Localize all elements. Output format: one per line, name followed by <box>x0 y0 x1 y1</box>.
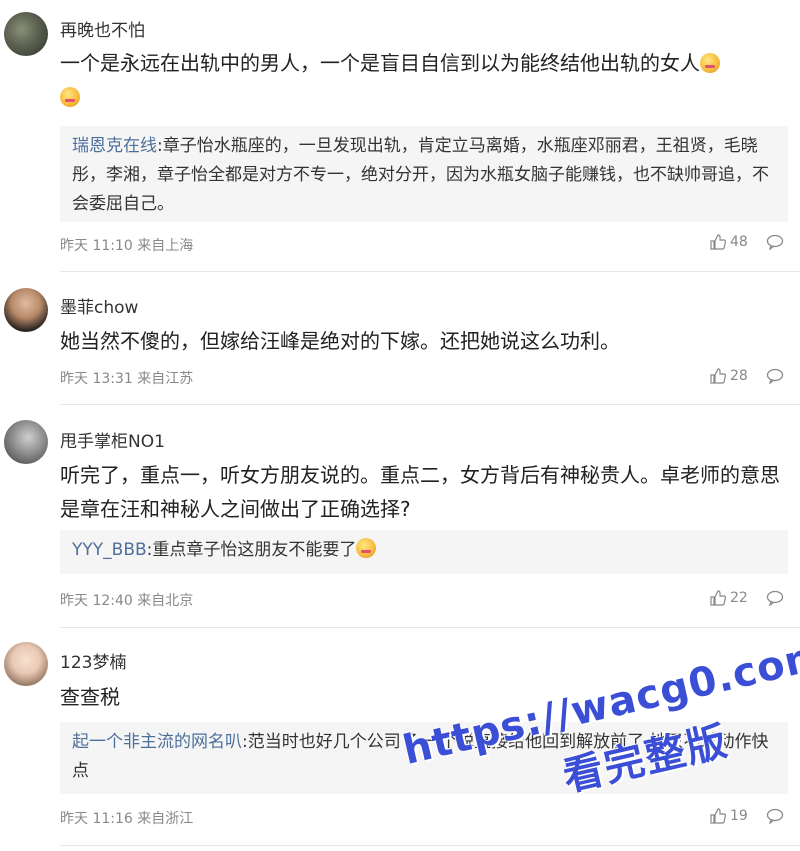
divider <box>60 627 800 628</box>
like-button[interactable]: 48 <box>710 234 748 250</box>
comment-bubble-icon <box>766 590 784 607</box>
avatar[interactable] <box>4 642 48 686</box>
comment-text: 她当然不傻的，但嫁给汪峰是绝对的下嫁。还把她说这么功利。 <box>60 329 620 353</box>
like-count: 19 <box>730 808 748 824</box>
comment-bubble-icon <box>766 234 784 251</box>
reply-username[interactable]: 瑞恩克在线 <box>72 136 157 156</box>
reply-text: :章子怡水瓶座的，一旦发现出轨，肯定立马离婚，水瓶座邓丽君，王祖贤，毛晓彤，李湘… <box>72 136 769 214</box>
emoji-icon <box>356 538 377 558</box>
comment-meta: 昨天 12:40 来自北京 <box>60 593 194 609</box>
comment-text: 听完了，重点一，听女方朋友说的。重点二，女方背后有神秘贵人。卓老师的意思是章在汪… <box>60 463 780 521</box>
comment-bubble-icon <box>766 368 784 385</box>
comment-meta: 昨天 11:16 来自浙江 <box>60 811 194 827</box>
reply-button[interactable] <box>766 808 784 828</box>
like-button[interactable]: 19 <box>710 808 748 824</box>
comment-username[interactable]: 123梦楠 <box>60 648 126 673</box>
avatar[interactable] <box>4 288 48 332</box>
thumbs-up-icon <box>710 808 726 824</box>
avatar[interactable] <box>4 12 48 56</box>
comment-username[interactable]: 甩手掌柜NO1 <box>60 427 165 452</box>
comment-meta: 昨天 11:10 来自上海 <box>60 238 194 254</box>
thumbs-up-icon <box>710 590 726 606</box>
reply-button[interactable] <box>766 590 784 610</box>
reply-text: :重点章子怡这朋友不能要了 <box>146 540 357 560</box>
reply-button[interactable] <box>766 368 784 388</box>
reply-button[interactable] <box>766 234 784 254</box>
comment-username[interactable]: 墨菲chow <box>60 293 138 318</box>
avatar[interactable] <box>4 420 48 464</box>
emoji-icon <box>700 53 720 73</box>
like-count: 48 <box>730 234 748 250</box>
like-count: 22 <box>730 590 748 606</box>
emoji-icon <box>60 87 80 107</box>
like-button[interactable]: 28 <box>710 368 748 384</box>
divider <box>60 271 800 272</box>
comment-meta: 昨天 13:31 来自江苏 <box>60 371 194 387</box>
comment-bubble-icon <box>766 808 784 825</box>
like-button[interactable]: 22 <box>710 590 748 606</box>
like-count: 28 <box>730 368 748 384</box>
comment-username[interactable]: 再晚也不怕 <box>60 16 145 41</box>
divider <box>60 404 800 405</box>
reply-box[interactable]: 瑞恩克在线:章子怡水瓶座的，一旦发现出轨，肯定立马离婚，水瓶座邓丽君，王祖贤，毛… <box>60 126 788 222</box>
comment-text: 一个是永远在出轨中的男人，一个是盲目自信到以为能终结他出轨的女人 <box>60 46 785 114</box>
reply-box[interactable]: YYY_BBB:重点章子怡这朋友不能要了 <box>60 530 788 574</box>
reply-username[interactable]: YYY_BBB <box>72 540 147 560</box>
reply-username[interactable]: 起一个非主流的网名叭 <box>72 732 242 752</box>
thumbs-up-icon <box>710 368 726 384</box>
thumbs-up-icon <box>710 234 726 250</box>
